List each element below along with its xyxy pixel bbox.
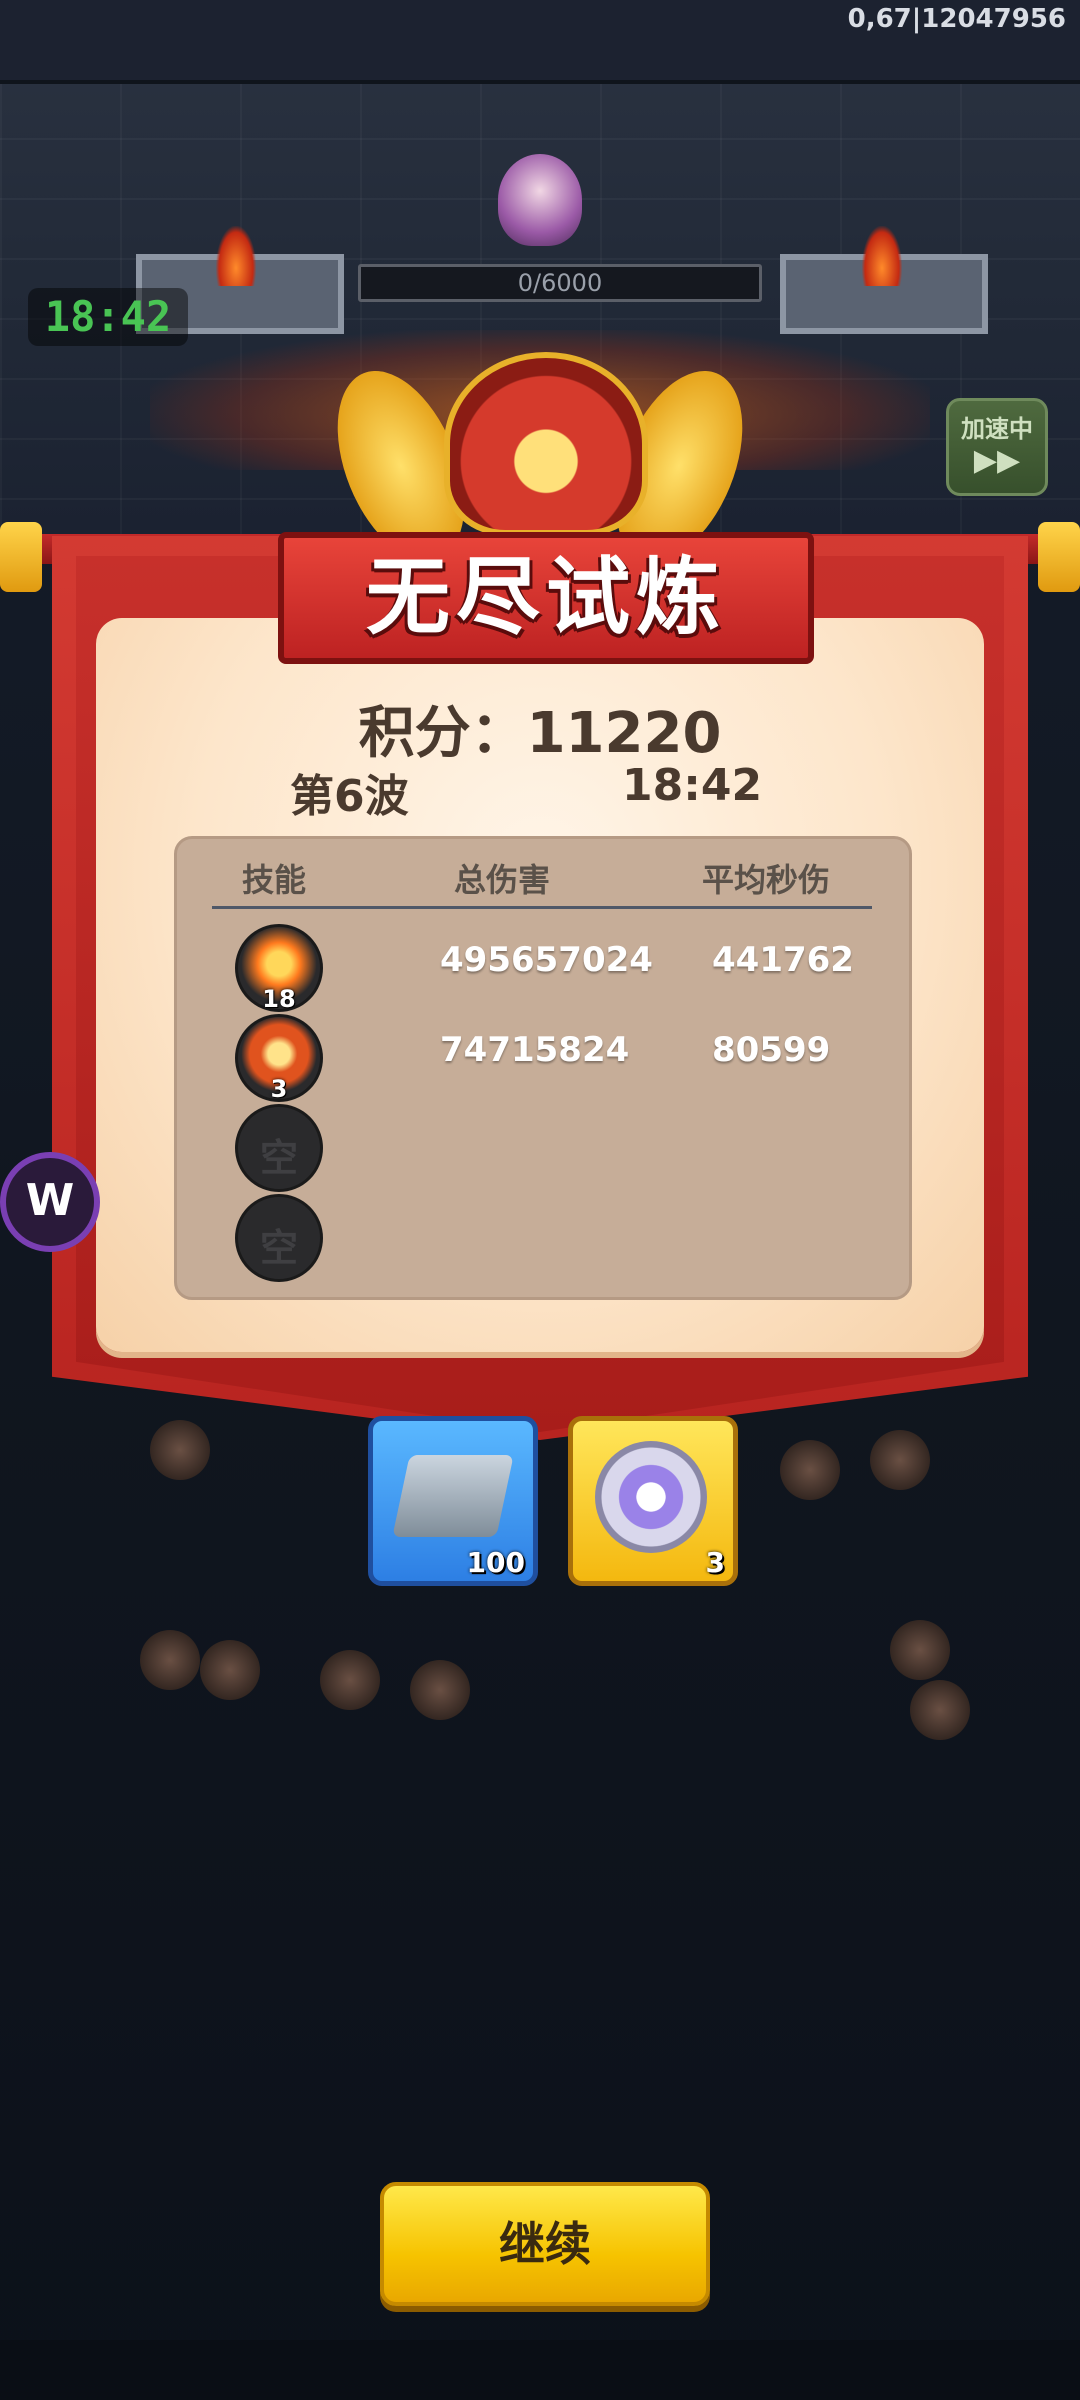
- w-logo-icon[interactable]: W: [0, 1152, 100, 1252]
- skill-level: 3: [270, 1075, 288, 1103]
- reward-purple-token[interactable]: 3: [568, 1416, 738, 1586]
- header-total-damage: 总伤害: [454, 861, 551, 899]
- purple-token-icon: [595, 1441, 707, 1553]
- boss-hp-bar: 0/6000: [358, 264, 762, 302]
- header-avg-dps: 平均秒伤: [702, 861, 831, 899]
- enemy-unit: [410, 1660, 470, 1720]
- empty-slot-label: 空: [259, 1136, 298, 1180]
- reward-puzzle-piece[interactable]: 100: [368, 1416, 538, 1586]
- helmet-emblem-icon: [444, 352, 648, 536]
- fast-forward-icon: ▶▶: [973, 443, 1021, 478]
- enemy-unit: [910, 1680, 970, 1740]
- puzzle-piece-icon: [392, 1455, 514, 1537]
- skill-level: 18: [262, 985, 296, 1013]
- banner-rod-end-left: [0, 522, 42, 592]
- table-divider: [212, 906, 872, 909]
- continue-button[interactable]: 继续: [380, 2182, 710, 2306]
- header-skill: 技能: [242, 861, 307, 899]
- speed-up-label: 加速中: [961, 415, 1033, 443]
- elapsed-time: 18:42: [622, 760, 763, 811]
- session-id: 0,67|12047956: [847, 4, 1066, 34]
- enemy-unit: [140, 1630, 200, 1690]
- score-label: 积分：: [358, 701, 527, 766]
- total-damage-cell: 495657024: [440, 940, 653, 980]
- banner-rod-end-right: [1038, 522, 1080, 592]
- enemy-unit: [780, 1440, 840, 1500]
- right-torch-icon: [862, 226, 902, 286]
- reward-quantity: 100: [466, 1546, 525, 1579]
- empty-slot-label: 空: [259, 1226, 298, 1270]
- enemy-unit: [150, 1420, 210, 1480]
- ring-skill-icon: 3: [235, 1014, 323, 1103]
- empty-skill-slot: 空: [235, 1104, 323, 1192]
- speed-up-button[interactable]: 加速中 ▶▶: [946, 398, 1048, 496]
- boss-character: [498, 154, 582, 246]
- avg-dps-cell: 80599: [712, 1030, 831, 1070]
- reward-quantity: 3: [705, 1546, 725, 1579]
- enemy-unit: [200, 1640, 260, 1700]
- empty-skill-slot: 空: [235, 1194, 323, 1282]
- total-damage-cell: 74715824: [440, 1030, 630, 1070]
- enemy-unit: [870, 1430, 930, 1490]
- left-torch-icon: [216, 226, 256, 286]
- enemy-unit: [320, 1650, 380, 1710]
- score-value: 11220: [526, 701, 722, 766]
- fire-skill-icon: 18: [235, 924, 323, 1013]
- avg-dps-cell: 441762: [712, 940, 854, 980]
- bottom-edge: [0, 2340, 1080, 2400]
- enemy-unit: [890, 1620, 950, 1680]
- wave-label: 第6波: [290, 771, 409, 822]
- dialog-title: 无尽试炼: [365, 548, 726, 646]
- score-line: 积分：11220: [96, 688, 984, 769]
